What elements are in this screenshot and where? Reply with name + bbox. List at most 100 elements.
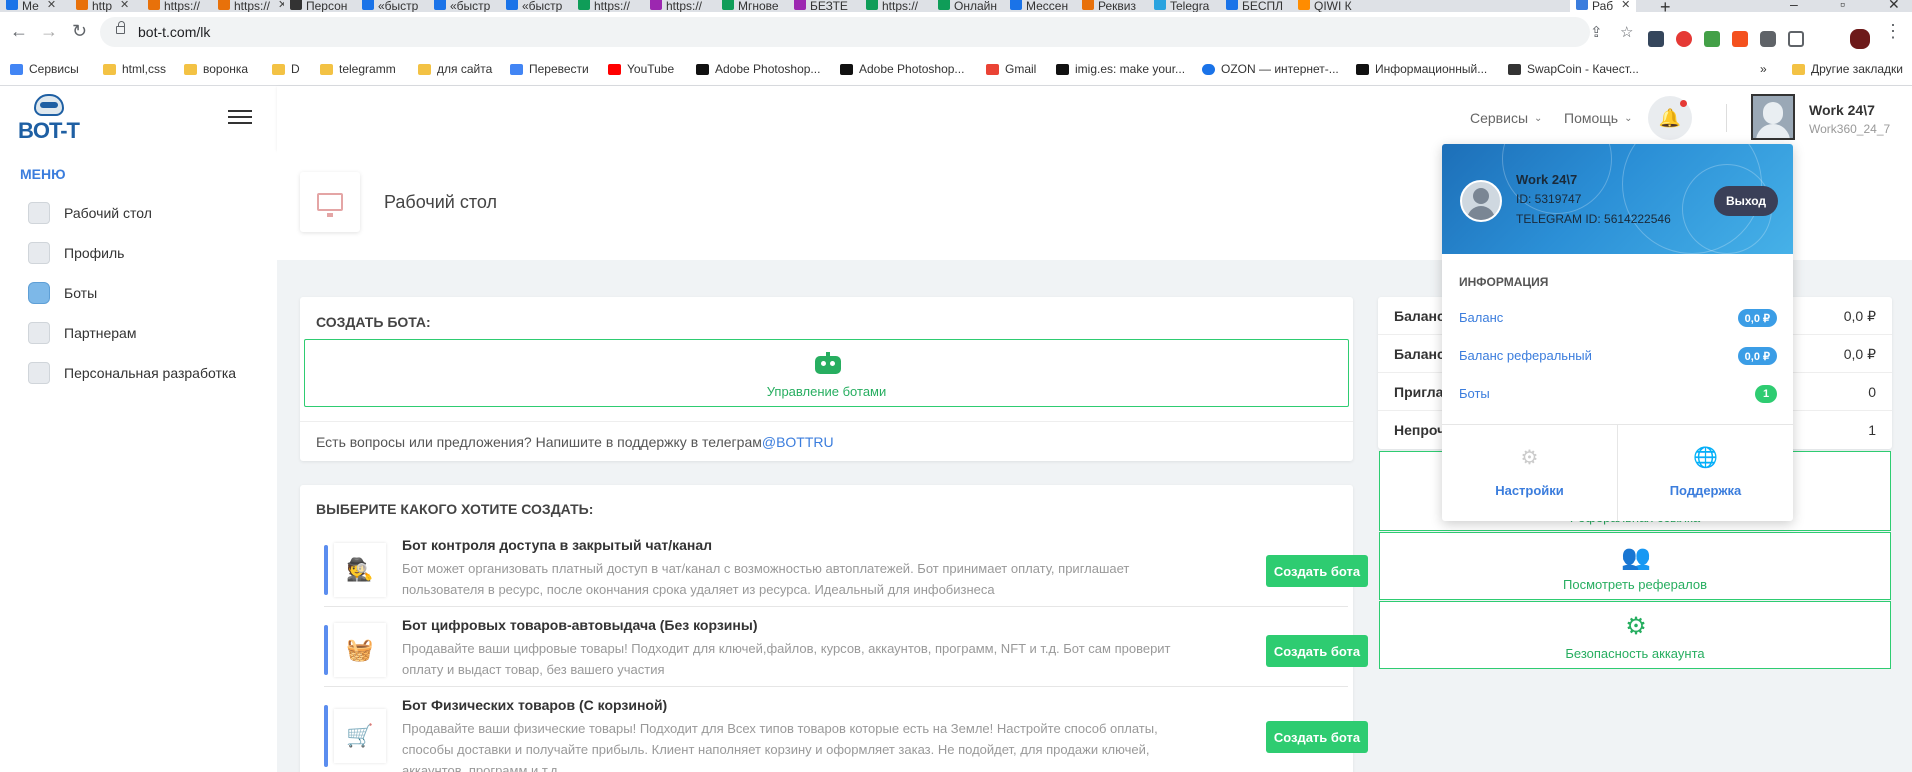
maximize-icon[interactable]: ▫	[1840, 0, 1845, 12]
browser-tab[interactable]: Реквиз	[1076, 0, 1148, 12]
create-bot-button[interactable]: Создать бота	[1266, 721, 1368, 753]
browser-tab[interactable]: Telegra	[1148, 0, 1220, 12]
bookmark-item[interactable]: Adobe Photoshop...	[840, 62, 964, 76]
close-window-icon[interactable]: ✕	[1888, 0, 1900, 12]
side-panel-icon[interactable]	[1788, 31, 1804, 47]
user-login: Work360_24_7	[1809, 122, 1891, 136]
browser-tab[interactable]: https://	[142, 0, 212, 12]
support-link[interactable]: @BOTTRU	[762, 434, 834, 450]
robot-icon	[811, 352, 845, 376]
bookmark-folder[interactable]: воронка	[184, 62, 248, 76]
new-tab-icon[interactable]: +	[1660, 0, 1671, 12]
minimize-icon[interactable]: –	[1790, 0, 1798, 12]
help-dropdown[interactable]: Помощь ⌄	[1564, 110, 1632, 126]
browser-tab[interactable]: БЕСПЛ	[1220, 0, 1292, 12]
bookmark-folder[interactable]: D	[272, 62, 300, 76]
create-bot-button[interactable]: Создать бота	[1266, 555, 1368, 587]
sidebar-item-profile[interactable]: Профиль	[28, 238, 124, 268]
create-bot-button[interactable]: Создать бота	[1266, 635, 1368, 667]
sidebar-item-bots[interactable]: Боты	[28, 278, 97, 308]
bookmark-item[interactable]: SwapCoin - Качест...	[1508, 62, 1639, 76]
settings-button[interactable]: ⚙ Настройки	[1442, 425, 1617, 521]
browser-tab[interactable]: «быстр	[356, 0, 428, 12]
extensions-puzzle-icon[interactable]	[1760, 31, 1776, 47]
monitor-icon	[300, 172, 360, 232]
browser-tab[interactable]: http ✕	[70, 0, 142, 12]
share-icon[interactable]: ⇪	[1590, 23, 1603, 41]
url-field[interactable]: bot-t.com/lk ⇪ ☆	[100, 17, 1633, 47]
bookmark-item[interactable]: Сервисы	[10, 62, 79, 76]
menu-toggle-icon[interactable]	[228, 108, 252, 126]
bookmark-item[interactable]: imig.es: make your...	[1056, 62, 1185, 76]
bookmark-folder[interactable]: для сайта	[418, 62, 492, 76]
user-name[interactable]: Work 24\7	[1809, 102, 1875, 118]
dropdown-user-name: Work 24\7	[1516, 172, 1578, 187]
globe-icon: 🌐	[1693, 447, 1718, 469]
info-balance[interactable]: Баланс 0,0 ₽	[1459, 307, 1777, 329]
bookmark-item[interactable]: OZON — интернет-...	[1202, 62, 1339, 76]
sidebar-item-desktop[interactable]: Рабочий стол	[28, 198, 152, 228]
user-id: ID: 5319747	[1516, 192, 1582, 206]
browser-tab[interactable]: Мгнове	[716, 0, 788, 12]
extension-adblock-icon[interactable]	[1676, 31, 1692, 47]
close-tab-icon[interactable]: ✕	[47, 0, 56, 10]
browser-tab[interactable]: https://✕	[212, 0, 284, 12]
browser-tab[interactable]: Ме ✕	[0, 0, 70, 12]
bookmark-star-icon[interactable]: ☆	[1620, 23, 1633, 41]
folder-icon	[320, 63, 333, 75]
tab-favicon-icon	[6, 0, 18, 10]
site-favicon-icon	[696, 63, 709, 75]
bookmark-folder[interactable]: html,css	[103, 62, 166, 76]
back-icon[interactable]: ←	[10, 22, 28, 40]
user-dropdown: Work 24\7 ID: 5319747 TELEGRAM ID: 56142…	[1442, 144, 1793, 521]
forward-icon[interactable]: →	[40, 22, 58, 40]
browser-tab[interactable]: https://	[572, 0, 644, 12]
more-bookmarks-button[interactable]: »	[1760, 62, 1767, 76]
close-tab-icon[interactable]: ✕	[1621, 0, 1630, 10]
bookmark-item[interactable]: Перевести	[510, 62, 589, 76]
reload-icon[interactable]: ↻	[72, 22, 87, 40]
bookmark-folder[interactable]: telegramm	[320, 62, 396, 76]
bookmark-item[interactable]: Adobe Photoshop...	[696, 62, 820, 76]
browser-tab[interactable]: «быстр	[500, 0, 572, 12]
services-dropdown[interactable]: Сервисы ⌄	[1470, 110, 1542, 126]
browser-tab[interactable]: Онлайн	[932, 0, 1004, 12]
support-button[interactable]: 🌐 Поддержка	[1618, 425, 1793, 521]
lock-icon	[116, 21, 125, 34]
logout-button[interactable]: Выход	[1714, 186, 1778, 216]
browser-tab[interactable]: Мессен	[1004, 0, 1076, 12]
browser-tab[interactable]: Персон	[284, 0, 356, 12]
browser-tab-strip: Ме ✕ http ✕ https:// https://✕ Персон «быс…	[0, 0, 1912, 12]
browser-tab-active[interactable]: Раб ✕	[1570, 0, 1636, 12]
avatar[interactable]	[1751, 94, 1795, 140]
notifications-button[interactable]: 🔔	[1648, 96, 1692, 140]
extension-tumblr-icon[interactable]	[1648, 31, 1664, 47]
view-referrals-button[interactable]: 👥 Посмотреть рефералов	[1379, 532, 1891, 600]
info-referral-balance[interactable]: Баланс реферальный 0,0 ₽	[1459, 345, 1777, 367]
browser-tab[interactable]: QIWI К	[1292, 0, 1364, 12]
close-tab-icon[interactable]: ✕	[120, 0, 129, 10]
tab-favicon-icon	[148, 0, 160, 10]
bookmark-item[interactable]: YouTube	[608, 62, 674, 76]
page-title: Рабочий стол	[384, 192, 497, 212]
account-security-button[interactable]: ⚙ Безопасность аккаунта	[1379, 601, 1891, 669]
tab-favicon-icon	[1576, 0, 1588, 10]
browser-tab[interactable]: БЕЗТЕ	[788, 0, 860, 12]
sidebar-item-personal-dev[interactable]: Персональная разработка	[28, 358, 236, 388]
gear-icon: ⚙	[1625, 613, 1647, 640]
profile-avatar-icon[interactable]	[1850, 29, 1870, 49]
folder-icon	[272, 63, 285, 75]
manage-bots-button[interactable]: Управление ботами	[304, 339, 1349, 407]
browser-menu-icon[interactable]: ⋮	[1884, 22, 1902, 40]
extension-evernote-icon[interactable]	[1704, 31, 1720, 47]
bot-t-logo[interactable]: BOT-T	[18, 94, 80, 144]
browser-tab[interactable]: «быстр	[428, 0, 500, 12]
sidebar-item-partners[interactable]: Партнерам	[28, 318, 136, 348]
info-bots[interactable]: Боты 1	[1459, 383, 1777, 405]
bookmark-item[interactable]: Информационный...	[1356, 62, 1487, 76]
browser-tab[interactable]: https://	[644, 0, 716, 12]
bookmark-item[interactable]: Gmail	[986, 62, 1036, 76]
other-bookmarks-folder[interactable]: Другие закладки	[1792, 62, 1903, 76]
browser-tab[interactable]: https://	[860, 0, 932, 12]
extension-screenshot-icon[interactable]	[1732, 31, 1748, 47]
